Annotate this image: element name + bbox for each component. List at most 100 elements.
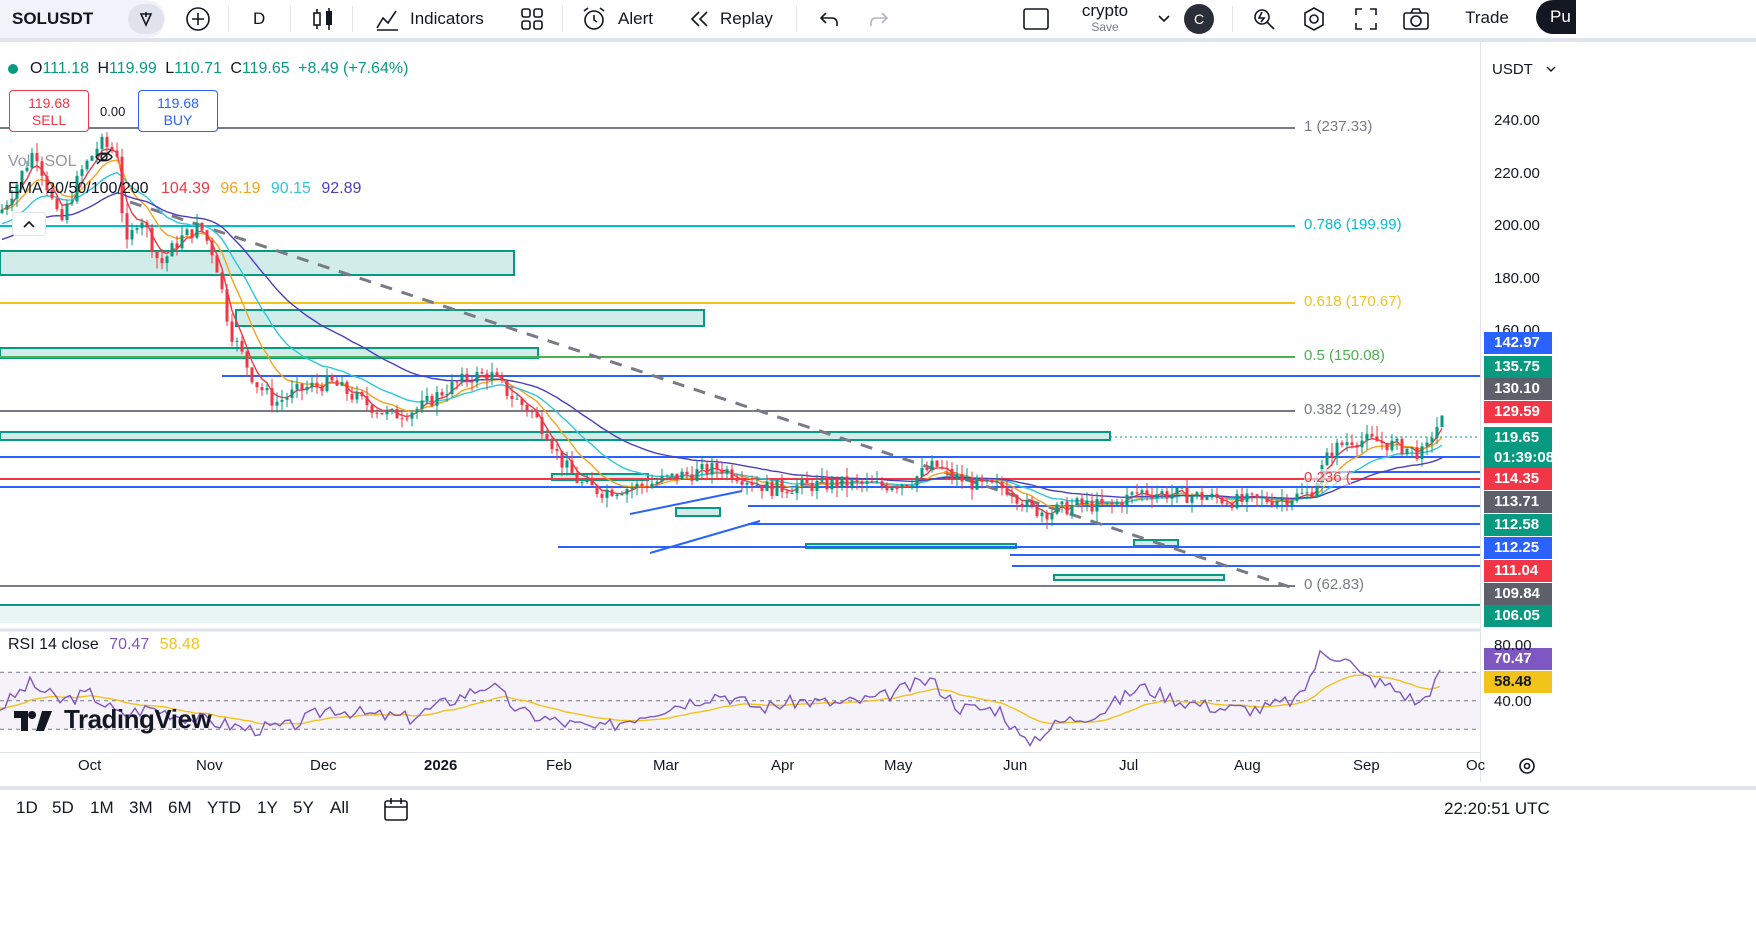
candle-body xyxy=(1285,498,1289,506)
layout-square-icon[interactable] xyxy=(1020,0,1052,38)
candle-body xyxy=(305,387,309,391)
candle-body xyxy=(470,380,474,383)
buy-button[interactable]: 119.68 BUY xyxy=(138,90,218,132)
candle-body xyxy=(900,484,904,489)
range-button[interactable]: 5Y xyxy=(293,798,314,818)
candle-body xyxy=(940,466,944,468)
candle-body xyxy=(1295,493,1299,501)
fullscreen-icon[interactable] xyxy=(1350,0,1382,38)
candle-body xyxy=(230,321,234,342)
chevron-down-icon[interactable] xyxy=(1154,0,1174,38)
range-button[interactable]: 1Y xyxy=(257,798,278,818)
candle xyxy=(380,412,384,415)
candle-body xyxy=(980,477,984,482)
rsi-legend[interactable]: RSI 14 close 70.47 58.48 xyxy=(8,636,200,654)
candle xyxy=(1400,436,1404,456)
chart-settings-gear-icon[interactable] xyxy=(1512,752,1542,780)
layout-name-button[interactable]: crypto Save xyxy=(1070,2,1140,35)
candle xyxy=(1335,438,1339,466)
candle-body xyxy=(1355,444,1359,448)
range-button[interactable]: 1M xyxy=(90,798,114,818)
settings-gear-icon[interactable] xyxy=(1298,0,1330,38)
candle xyxy=(320,382,324,396)
range-button[interactable]: YTD xyxy=(207,798,241,818)
candle xyxy=(185,227,189,236)
ema-line-ema20 xyxy=(1,148,1443,515)
range-button[interactable]: 6M xyxy=(168,798,192,818)
candle-body xyxy=(820,477,824,481)
candle xyxy=(535,407,539,419)
publish-button[interactable]: Pu xyxy=(1536,0,1576,34)
candle-body xyxy=(650,483,654,488)
indicators-button[interactable]: Indicators xyxy=(374,0,484,38)
ema-label: EMA 20/50/100/200 xyxy=(8,180,149,197)
collapse-legend-button[interactable] xyxy=(12,212,46,236)
eye-hidden-icon[interactable] xyxy=(94,149,114,170)
candle xyxy=(1355,442,1359,457)
range-button[interactable]: 3M xyxy=(129,798,153,818)
candle xyxy=(1325,448,1329,466)
goto-date-calendar-icon[interactable] xyxy=(382,796,410,827)
candle-body xyxy=(390,409,394,411)
spread-value: 0.00 xyxy=(100,104,126,119)
redo-icon[interactable] xyxy=(864,0,894,38)
price-chart[interactable] xyxy=(0,42,1480,784)
candle-body xyxy=(850,480,854,487)
candle-body xyxy=(885,486,889,491)
candles-icon[interactable] xyxy=(308,0,338,38)
ema-legend[interactable]: EMA 20/50/100/200 104.39 96.19 90.15 92.… xyxy=(8,180,361,198)
candle-body xyxy=(910,485,914,487)
candle xyxy=(1385,442,1389,457)
candle-body xyxy=(115,150,119,157)
range-button[interactable]: All xyxy=(330,798,349,818)
candle-body xyxy=(1030,500,1034,506)
rsi-value: 70.47 xyxy=(109,636,150,653)
candle xyxy=(1095,492,1099,522)
candle-body xyxy=(570,460,574,473)
candle xyxy=(310,374,314,393)
camera-icon[interactable] xyxy=(1400,0,1432,38)
candle xyxy=(1375,426,1379,442)
alert-button[interactable]: Alert xyxy=(580,0,653,38)
sell-button[interactable]: 119.68 SELL xyxy=(9,90,89,132)
candle-body xyxy=(705,464,709,475)
candle xyxy=(1055,502,1059,516)
candle xyxy=(255,381,259,394)
candle-body xyxy=(870,481,874,483)
candle-body xyxy=(410,412,414,419)
volume-legend[interactable]: Vol · SOL xyxy=(8,148,114,171)
candle-body xyxy=(750,482,754,486)
compare-plus-icon[interactable] xyxy=(180,0,216,38)
candle-body xyxy=(1265,497,1269,503)
candle-body xyxy=(655,481,659,484)
utc-clock[interactable]: 22:20:51 UTC xyxy=(1444,799,1550,819)
templates-grid-icon[interactable] xyxy=(516,0,548,38)
interval-button[interactable]: D xyxy=(253,0,265,38)
candle-body xyxy=(1170,494,1174,499)
candle-body xyxy=(725,469,729,474)
range-button[interactable]: 1D xyxy=(16,798,38,818)
currency-selector[interactable]: USDT xyxy=(1486,56,1562,82)
range-button[interactable]: 5D xyxy=(52,798,74,818)
symbol-search[interactable]: SOLUSDT xyxy=(0,0,165,38)
candle-body xyxy=(920,468,924,477)
undo-icon[interactable] xyxy=(814,0,844,38)
candle-body xyxy=(1270,502,1274,506)
tradingview-logo[interactable]: TradingView xyxy=(12,704,212,735)
fib-label-3: 0.5 (150.08) xyxy=(1304,347,1385,364)
add-to-watchlist-icon[interactable] xyxy=(128,4,164,34)
chevron-up-icon xyxy=(23,220,35,228)
quick-search-icon[interactable] xyxy=(1248,0,1280,38)
fib-label-4: 0.382 (129.49) xyxy=(1304,401,1402,418)
candle-body xyxy=(1280,498,1284,502)
candle-body xyxy=(835,479,839,488)
replay-button[interactable]: Replay xyxy=(688,0,773,38)
candle-body xyxy=(1380,441,1384,443)
ohlc-legend: O111.18 H119.99 L110.71 C119.65 +8.49 (+… xyxy=(8,60,408,78)
avatar[interactable]: C xyxy=(1184,4,1214,34)
candle xyxy=(675,473,679,485)
close-value: 119.65 xyxy=(241,60,290,77)
candle xyxy=(825,470,829,493)
trade-button[interactable]: Trade xyxy=(1452,0,1522,36)
candle xyxy=(960,465,964,489)
